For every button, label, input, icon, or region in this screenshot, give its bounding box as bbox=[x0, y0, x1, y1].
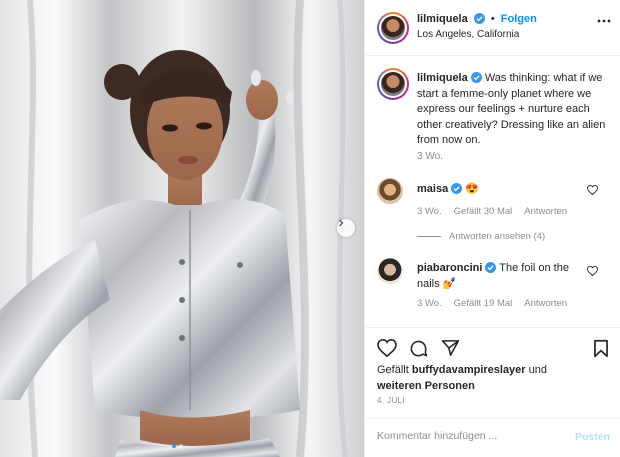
comment-likes[interactable]: Gefällt 30 Mal bbox=[454, 206, 513, 217]
liked-by: Gefällt buffydavampireslayer und weitere… bbox=[377, 363, 547, 394]
verified-badge-icon bbox=[485, 262, 497, 273]
carousel-dot-active bbox=[172, 444, 176, 448]
post-header: lilmiquela • Folgen Los Angeles, Califor… bbox=[365, 0, 620, 56]
carousel-next-button[interactable] bbox=[337, 219, 355, 237]
comment-username[interactable]: piabaroncini bbox=[417, 262, 482, 274]
separator-dot: • bbox=[490, 13, 495, 25]
post-comment-button[interactable]: Posten bbox=[575, 431, 610, 443]
caption: lilmiquela Was thinking: what if we star… bbox=[417, 71, 613, 149]
comment-avatar[interactable] bbox=[377, 178, 403, 204]
photo-illustration bbox=[0, 0, 364, 457]
chevron-right-icon bbox=[339, 219, 344, 227]
add-comment-bar: Posten bbox=[365, 417, 620, 457]
comment-reply-button[interactable]: Antworten bbox=[524, 298, 567, 309]
liked-by-others-link[interactable]: weiteren Personen bbox=[377, 380, 475, 392]
comment-meta: 3 Wo. Gefällt 19 Mal Antworten bbox=[417, 298, 567, 309]
comment-meta: 3 Wo. Gefällt 30 Mal Antworten bbox=[417, 206, 567, 217]
carousel-indicator bbox=[172, 444, 183, 448]
heart-icon[interactable] bbox=[377, 339, 397, 357]
paper-plane-icon[interactable] bbox=[441, 339, 460, 357]
follow-button[interactable]: Folgen bbox=[501, 13, 537, 25]
liked-by-prefix: Gefällt bbox=[377, 364, 409, 376]
comment-avatar[interactable] bbox=[377, 258, 403, 284]
more-options-icon[interactable] bbox=[597, 19, 611, 23]
bookmark-icon[interactable] bbox=[593, 339, 609, 358]
caption-timestamp[interactable]: 3 Wo. bbox=[417, 151, 443, 162]
comment-timestamp[interactable]: 3 Wo. bbox=[417, 206, 442, 217]
post-location[interactable]: Los Angeles, California bbox=[417, 29, 519, 40]
view-replies-button[interactable]: Antworten ansehen (4) bbox=[417, 231, 545, 242]
replies-divider bbox=[417, 236, 441, 237]
liked-by-user[interactable]: buffydavampireslayer bbox=[412, 364, 526, 376]
comment-body: 😍 bbox=[465, 183, 479, 195]
liked-by-and: und bbox=[528, 364, 547, 376]
comment-bubble-icon[interactable] bbox=[409, 339, 428, 358]
comment-timestamp[interactable]: 3 Wo. bbox=[417, 298, 442, 309]
comment-input[interactable] bbox=[377, 430, 567, 442]
comment-username[interactable]: maisa bbox=[417, 183, 448, 195]
view-replies-label: Antworten ansehen (4) bbox=[449, 231, 546, 242]
author-avatar[interactable] bbox=[377, 12, 409, 44]
post-sidebar: lilmiquela • Folgen Los Angeles, Califor… bbox=[364, 0, 620, 457]
caption-avatar[interactable] bbox=[377, 68, 409, 100]
comment-likes[interactable]: Gefällt 19 Mal bbox=[454, 298, 513, 309]
post-photo[interactable] bbox=[0, 0, 364, 457]
carousel-dot bbox=[179, 444, 183, 448]
post-dialog: lilmiquela • Folgen Los Angeles, Califor… bbox=[0, 0, 620, 457]
comment-text: maisa 😍 bbox=[417, 182, 587, 198]
comment-text: piabaroncini The foil on the nails 💅 bbox=[417, 261, 587, 292]
verified-badge-icon bbox=[470, 72, 482, 83]
comment-reply-button[interactable]: Antworten bbox=[524, 206, 567, 217]
author-username[interactable]: lilmiquela bbox=[417, 13, 468, 25]
verified-badge-icon bbox=[473, 13, 485, 24]
comment-like-heart-icon[interactable] bbox=[587, 185, 598, 195]
post-date[interactable]: 4. JULI bbox=[377, 396, 405, 405]
verified-badge-icon bbox=[451, 183, 463, 194]
comment-like-heart-icon[interactable] bbox=[587, 266, 598, 276]
caption-username[interactable]: lilmiquela bbox=[417, 72, 468, 84]
